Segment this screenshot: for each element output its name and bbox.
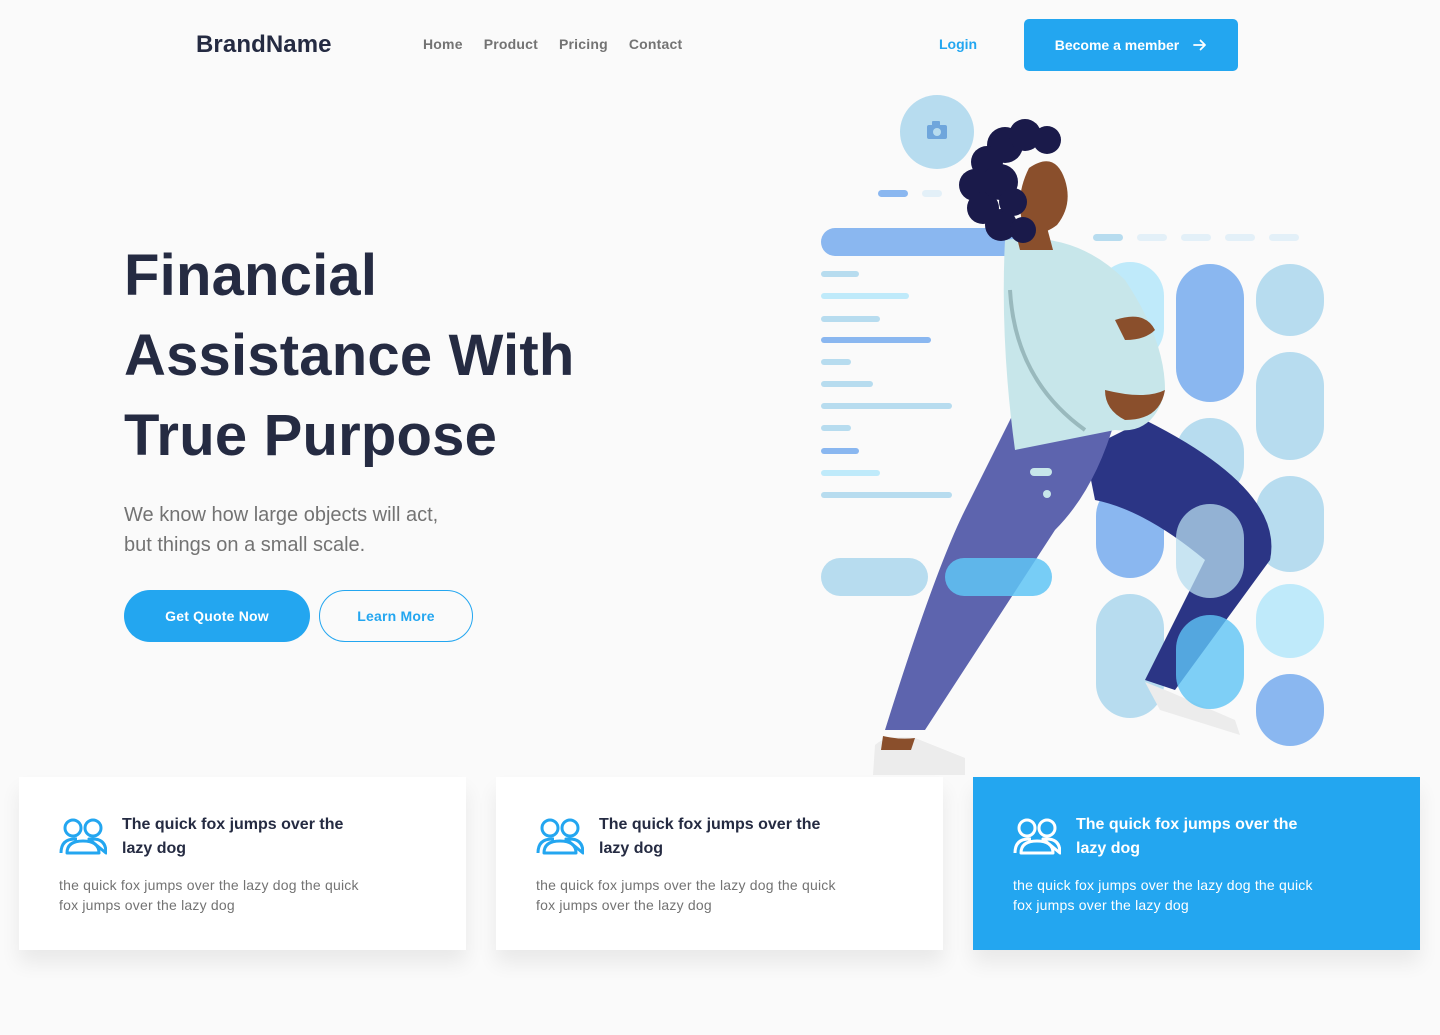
nav-product[interactable]: Product [484,36,538,52]
feature-title-line: The quick fox jumps over the [599,816,821,833]
feature-text-line: fox jumps over the lazy dog [536,897,712,913]
nav-pricing[interactable]: Pricing [559,36,608,52]
feature-title-line: lazy dog [599,840,664,857]
hero-subtitle-line-2: but things on a small scale. [124,534,366,556]
users-icon [1013,818,1061,855]
main-nav: Home Product Pricing Contact [423,36,682,52]
hero-subtitle-line-1: We know how large objects will act, [124,504,439,526]
feature-text-line: fox jumps over the lazy dog [59,897,235,913]
become-member-label: Become a member [1054,37,1180,53]
learn-more-button[interactable]: Learn More [319,590,473,642]
feature-text: the quick fox jumps over the lazy dog th… [1013,875,1383,915]
feature-card-2[interactable]: The quick fox jumps over the lazy dog th… [496,777,943,950]
feature-text: the quick fox jumps over the lazy dog th… [536,875,906,915]
feature-title-line: The quick fox jumps over the [1076,816,1298,833]
get-quote-button[interactable]: Get Quote Now [124,590,310,642]
feature-text-line: the quick fox jumps over the lazy dog th… [1013,877,1313,893]
feature-title-line: lazy dog [122,840,187,857]
feature-card-3[interactable]: The quick fox jumps over the lazy dog th… [973,777,1420,950]
brand-logo[interactable]: BrandName [196,31,332,59]
nav-home[interactable]: Home [423,36,463,52]
users-icon [536,818,584,855]
login-link[interactable]: Login [939,36,977,52]
feature-title-line: The quick fox jumps over the [122,816,344,833]
hero-title-line-3: True Purpose [124,403,498,468]
feature-text-line: the quick fox jumps over the lazy dog th… [59,877,359,893]
feature-title-line: lazy dog [1076,840,1141,857]
hero-illustration [821,95,1324,775]
become-member-button[interactable]: Become a member [1024,19,1238,71]
hero-title-line-2: Assistance With [124,323,575,388]
feature-text-line: fox jumps over the lazy dog [1013,897,1189,913]
arrow-right-icon [1193,39,1207,51]
hero-subtitle: We know how large objects will act, but … [124,500,544,560]
users-icon [59,818,107,855]
feature-card-1[interactable]: The quick fox jumps over the lazy dog th… [19,777,466,950]
feature-title: The quick fox jumps over the lazy dog [599,813,869,861]
feature-text: the quick fox jumps over the lazy dog th… [59,875,429,915]
feature-title: The quick fox jumps over the lazy dog [122,813,392,861]
hero-title-line-1: Financial [124,243,378,308]
hero-title: Financial Assistance With True Purpose [124,236,684,476]
camera-icon [900,95,974,169]
nav-contact[interactable]: Contact [629,36,683,52]
feature-text-line: the quick fox jumps over the lazy dog th… [536,877,836,893]
feature-title: The quick fox jumps over the lazy dog [1076,813,1346,861]
